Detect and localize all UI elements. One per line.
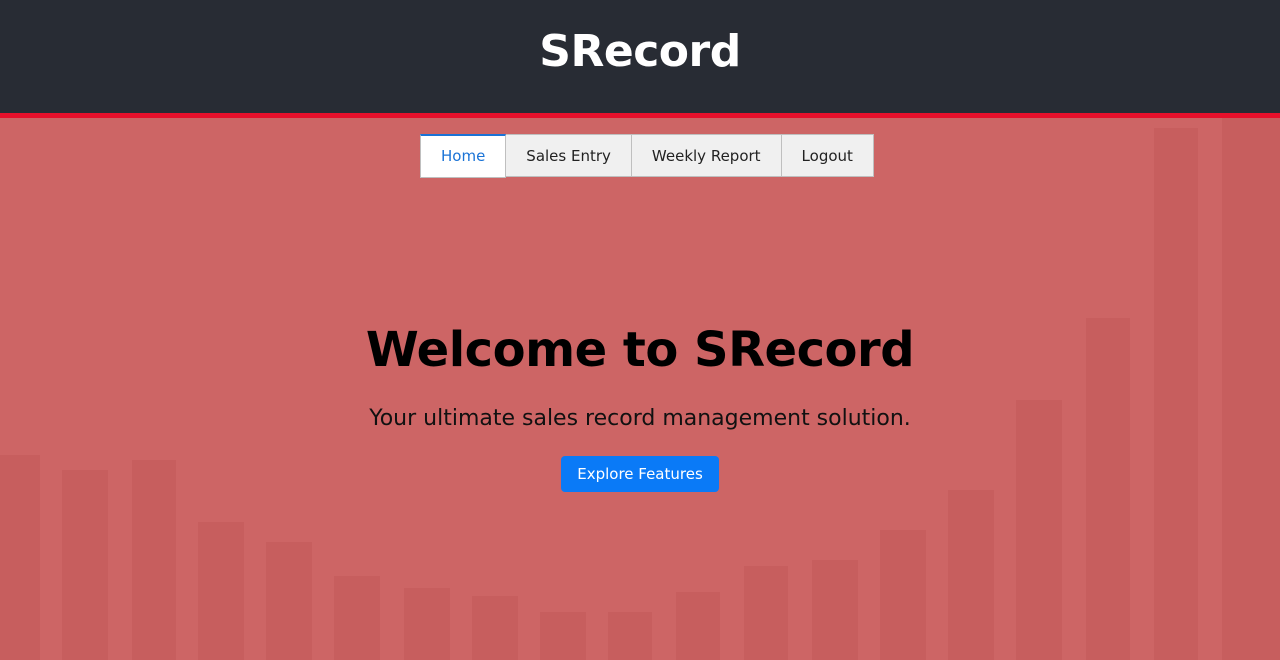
brand-title: SRecord <box>539 26 741 77</box>
tab-home[interactable]: Home <box>420 134 507 178</box>
decorative-bar <box>334 576 380 660</box>
decorative-bar <box>472 596 518 660</box>
tab-logout[interactable]: Logout <box>781 134 874 177</box>
decorative-bar <box>812 560 858 660</box>
decorative-bar <box>676 592 720 660</box>
page: SRecord Home Sales Entry Weekly Report L… <box>0 0 1280 660</box>
decorative-bar <box>266 542 312 660</box>
main-nav: Home Sales Entry Weekly Report Logout <box>420 134 874 178</box>
decorative-bar <box>540 612 586 660</box>
decorative-bar <box>744 566 788 660</box>
decorative-bar <box>404 588 450 660</box>
hero-title: Welcome to SRecord <box>365 322 915 378</box>
decorative-bar <box>608 612 652 660</box>
decorative-bar <box>948 490 994 660</box>
decorative-bar <box>198 522 244 660</box>
hero-subtitle: Your ultimate sales record management so… <box>369 406 911 431</box>
tab-weekly-report[interactable]: Weekly Report <box>631 134 782 177</box>
explore-features-button[interactable]: Explore Features <box>561 456 719 492</box>
app-header: SRecord <box>0 0 1280 118</box>
decorative-bar <box>880 530 926 660</box>
hero-section: Welcome to SRecord Your ultimate sales r… <box>0 318 1280 492</box>
decorative-bar <box>62 470 108 660</box>
tab-sales-entry[interactable]: Sales Entry <box>506 134 632 177</box>
